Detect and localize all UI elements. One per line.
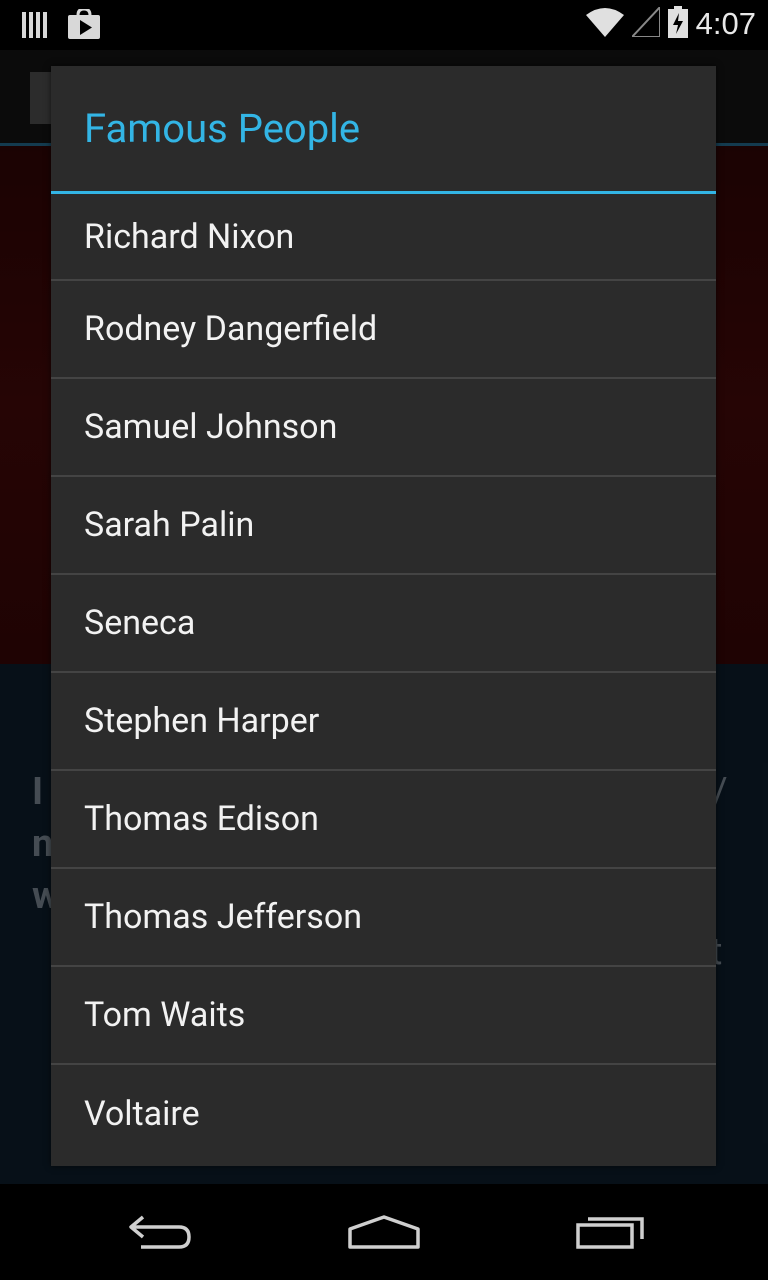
famous-people-dialog: Famous People Richard Nixon Rodney Dange… xyxy=(51,66,716,1166)
list-item-thomas-jefferson[interactable]: Thomas Jefferson xyxy=(51,869,716,967)
dialog-title: Famous People xyxy=(51,66,716,194)
navigation-bar xyxy=(0,1184,768,1280)
list-item-tom-waits[interactable]: Tom Waits xyxy=(51,967,716,1065)
list-item-samuel-johnson[interactable]: Samuel Johnson xyxy=(51,379,716,477)
list-item-rodney-dangerfield[interactable]: Rodney Dangerfield xyxy=(51,281,716,379)
home-icon xyxy=(348,1215,420,1249)
clock: 4:07 xyxy=(695,6,756,41)
people-list[interactable]: Richard Nixon Rodney Dangerfield Samuel … xyxy=(51,194,716,1163)
storage-icon xyxy=(22,10,48,42)
list-item-seneca[interactable]: Seneca xyxy=(51,575,716,673)
back-icon xyxy=(129,1215,191,1249)
signal-icon xyxy=(629,4,661,41)
list-item-voltaire[interactable]: Voltaire xyxy=(51,1065,716,1163)
list-item-richard-nixon[interactable]: Richard Nixon xyxy=(51,194,716,281)
list-item-sarah-palin[interactable]: Sarah Palin xyxy=(51,477,716,575)
play-store-icon xyxy=(68,7,100,43)
recent-apps-button[interactable] xyxy=(570,1206,650,1256)
recent-apps-icon xyxy=(576,1217,644,1249)
wifi-icon xyxy=(585,7,624,41)
list-item-stephen-harper[interactable]: Stephen Harper xyxy=(51,673,716,771)
home-button[interactable] xyxy=(344,1206,424,1256)
back-button[interactable] xyxy=(120,1206,200,1256)
status-bar: 4:07 xyxy=(0,0,768,50)
battery-charging-icon xyxy=(667,6,688,42)
list-item-thomas-edison[interactable]: Thomas Edison xyxy=(51,771,716,869)
